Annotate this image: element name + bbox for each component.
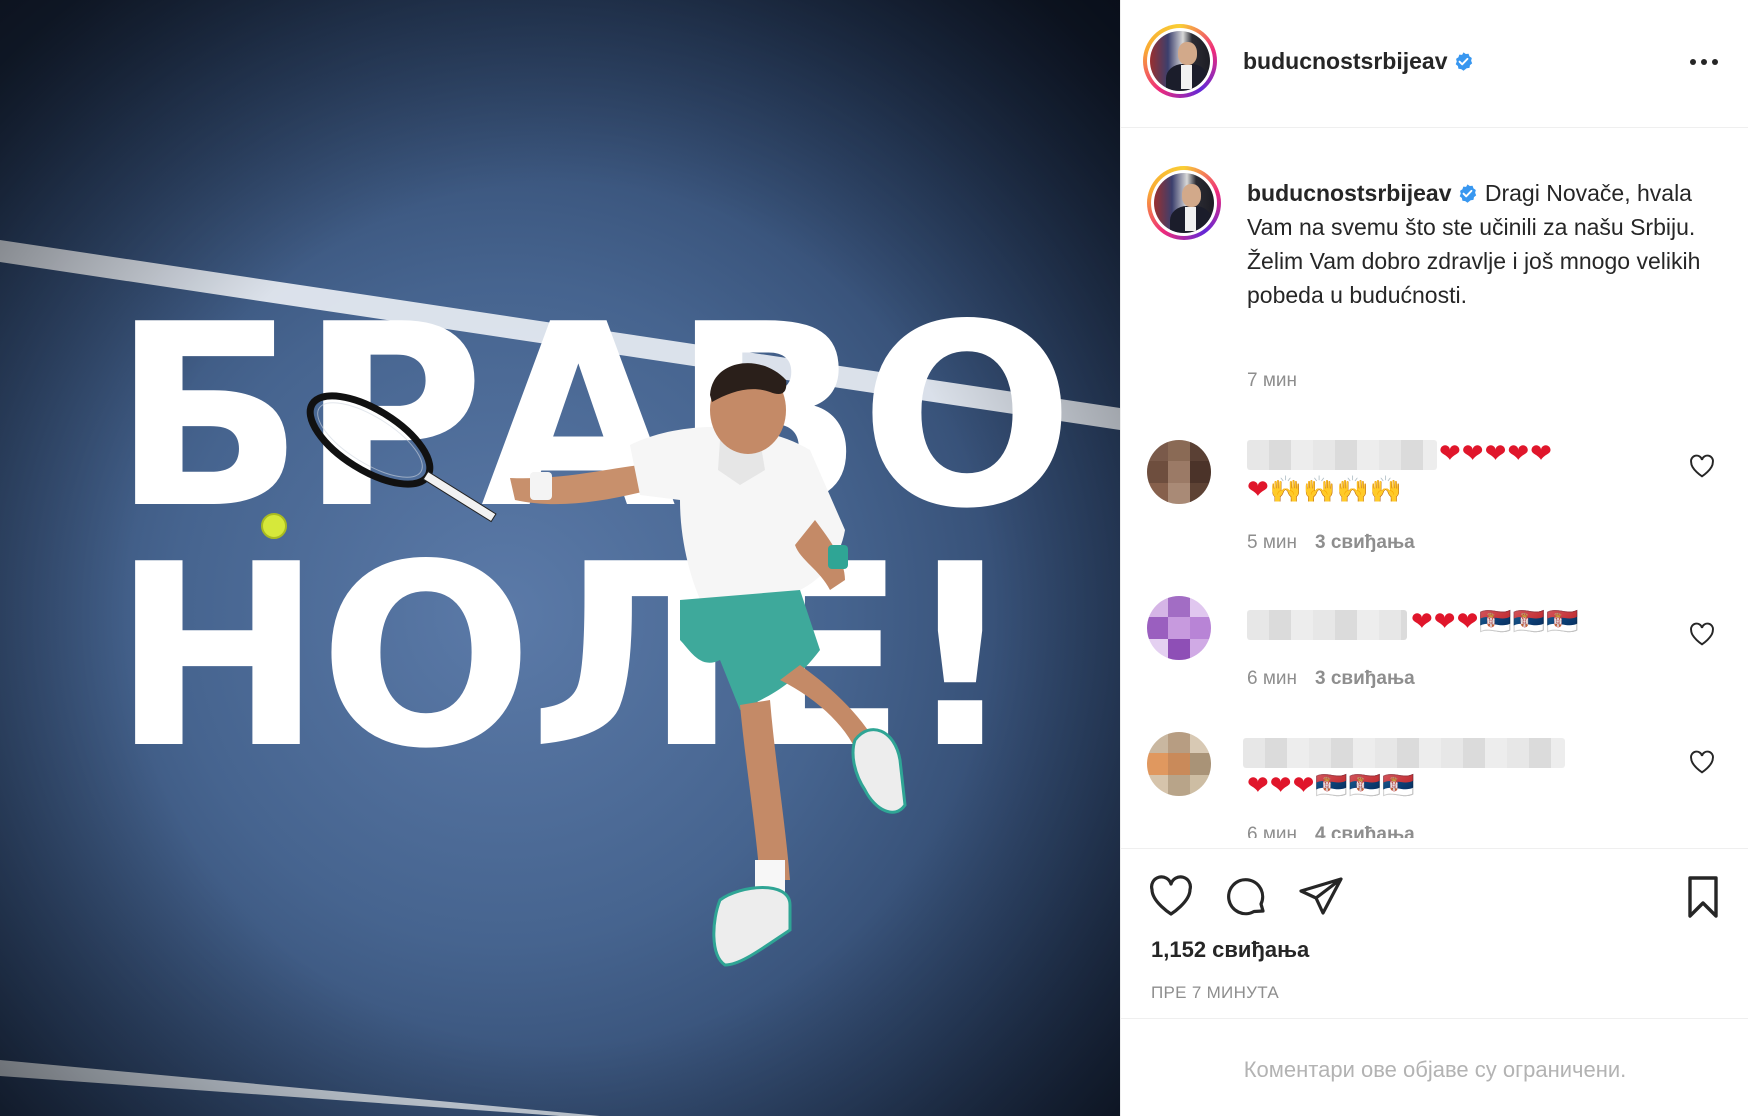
author-username[interactable]: buducnostsrbijeav (1243, 48, 1474, 75)
blurred-commenter-name[interactable] (1247, 610, 1407, 640)
author-avatar[interactable] (1143, 24, 1217, 98)
comment-emojis: ❤❤❤❤❤ (1439, 439, 1553, 469)
caption-avatar[interactable] (1147, 166, 1221, 240)
comment-likes[interactable]: 3 свиђања (1315, 668, 1415, 689)
comment-like-heart-icon[interactable] (1689, 622, 1715, 646)
comments-restricted-note: Коментари ове објаве су ограничени. (1243, 1057, 1627, 1082)
post-side-panel: buducnostsrbijeav buducnostsrbijeav Drag… (1120, 0, 1748, 1116)
post-header: buducnostsrbijeav (1121, 0, 1748, 128)
comment-avatar[interactable] (1147, 440, 1211, 504)
comment-like-heart-icon[interactable] (1689, 454, 1715, 478)
blurred-commenter-name[interactable] (1247, 440, 1437, 470)
comment-avatar[interactable] (1147, 596, 1211, 660)
comment-meta: 5 мин 3 свиђања (1247, 532, 1415, 554)
comment-meta: 6 мин 4 свиђања (1247, 824, 1415, 838)
tennis-ball (261, 513, 287, 539)
post-actions-section: 1,152 свиђања ПРЕ 7 МИНУТА (1121, 848, 1748, 1018)
posted-time[interactable]: ПРЕ 7 МИНУТА (1151, 983, 1279, 1003)
comment-emojis: ❤❤❤🇷🇸🇷🇸🇷🇸 (1247, 771, 1416, 801)
comment-item: ❤❤❤🇷🇸🇷🇸🇷🇸 6 мин 3 свиђања (1121, 588, 1748, 698)
comment-likes[interactable]: 4 свиђања (1315, 824, 1415, 838)
comment-emojis-line2: ❤🙌🙌🙌🙌 (1247, 475, 1404, 505)
like-heart-icon[interactable] (1147, 873, 1195, 921)
save-bookmark-icon[interactable] (1679, 873, 1727, 921)
comment-likes[interactable]: 3 свиђања (1315, 532, 1415, 553)
likes-count[interactable]: 1,152 свиђања (1151, 937, 1309, 963)
post-image[interactable]: БРАВО НОЛЕ! (0, 0, 1120, 1116)
comment-emojis: ❤❤❤🇷🇸🇷🇸🇷🇸 (1411, 607, 1580, 637)
comment-item: ❤❤❤🇷🇸🇷🇸🇷🇸 6 мин 4 свиђања (1121, 728, 1748, 838)
comment-avatar[interactable] (1147, 732, 1211, 796)
comment-time[interactable]: 6 мин (1247, 824, 1297, 838)
post-caption: buducnostsrbijeav Dragi Novače, hvala Va… (1121, 128, 1748, 403)
comment-bubble-icon[interactable] (1223, 873, 1271, 921)
comments-restricted-section: Коментари ове објаве су ограничени. (1121, 1018, 1748, 1116)
author-username-text[interactable]: buducnostsrbijeav (1243, 48, 1447, 74)
caption-time[interactable]: 7 мин (1247, 370, 1297, 392)
racket (306, 392, 497, 523)
verified-badge-icon (1460, 184, 1477, 203)
caption-username[interactable]: buducnostsrbijeav (1247, 180, 1451, 206)
tennis-player-illustration (261, 363, 907, 967)
comment-time[interactable]: 5 мин (1247, 532, 1297, 553)
comment-time[interactable]: 6 мин (1247, 668, 1297, 689)
caption-text-block: buducnostsrbijeav Dragi Novače, hvala Va… (1247, 176, 1715, 312)
more-options-icon[interactable] (1687, 52, 1721, 72)
blurred-commenter-name[interactable] (1243, 738, 1565, 768)
share-paper-plane-icon[interactable] (1297, 873, 1345, 921)
comment-meta: 6 мин 3 свиђања (1247, 668, 1415, 690)
verified-badge-icon (1456, 52, 1473, 71)
comment-like-heart-icon[interactable] (1689, 750, 1715, 774)
comment-item: ❤❤❤❤❤ ❤🙌🙌🙌🙌 5 мин 3 свиђања (1121, 428, 1748, 558)
